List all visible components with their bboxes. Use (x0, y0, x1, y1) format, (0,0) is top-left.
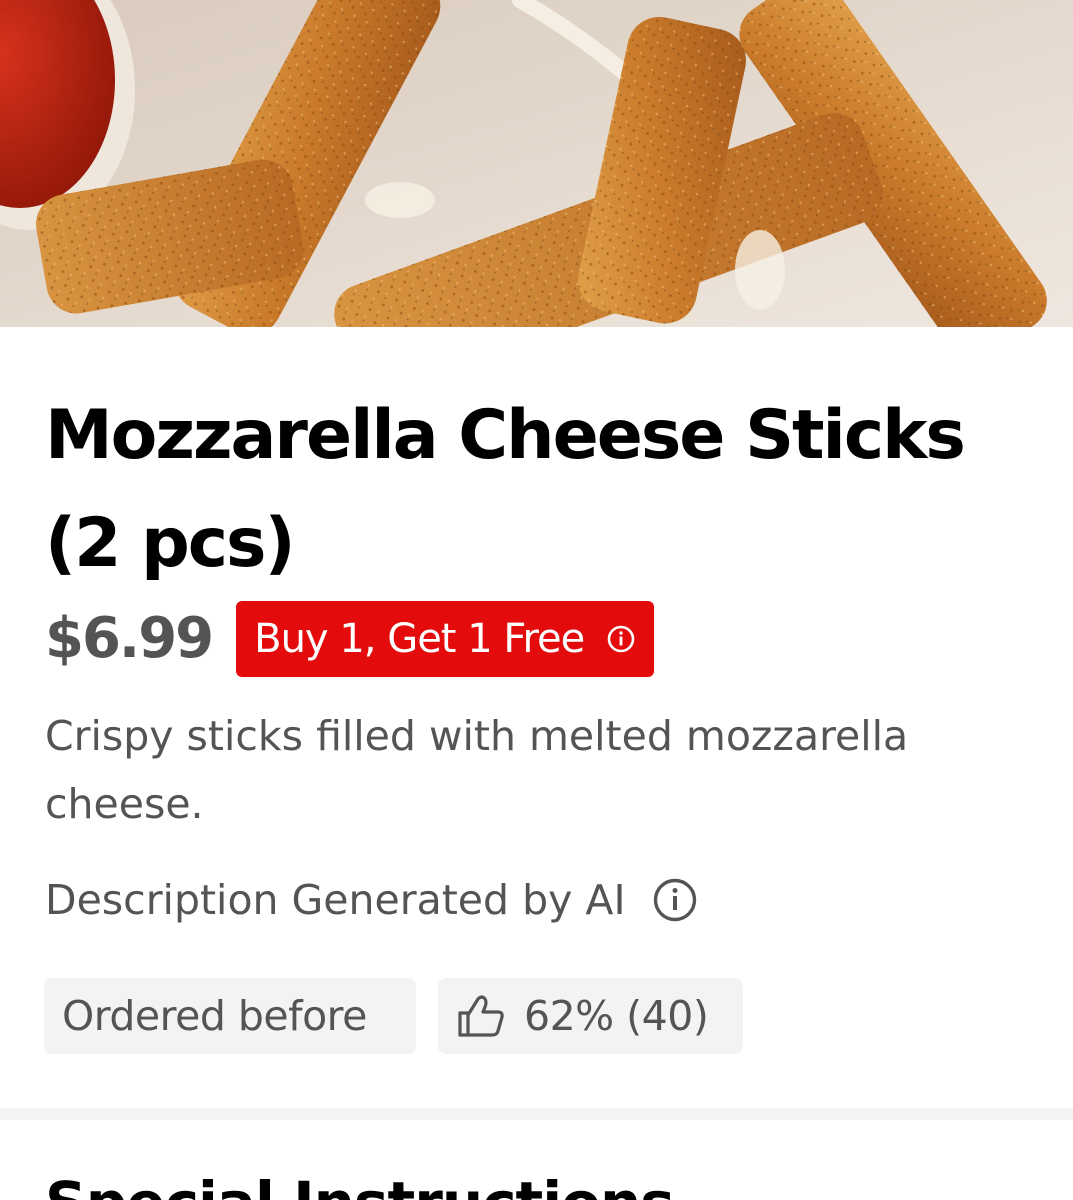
price-row: $6.99 Buy 1, Get 1 Free (45, 600, 655, 677)
special-instructions-heading: Special Instructions (45, 1168, 675, 1200)
ai-note-label: Description Generated by AI (45, 876, 626, 924)
ordered-before-chip: Ordered before (44, 978, 416, 1054)
item-description: Crispy sticks filled with melted mozzare… (45, 712, 909, 828)
ordered-before-label: Ordered before (62, 992, 367, 1040)
item-photo (0, 0, 1073, 327)
ai-description-note: Description Generated by AI (45, 868, 698, 932)
thumbs-up-icon (458, 995, 504, 1037)
promo-badge[interactable]: Buy 1, Get 1 Free (236, 600, 655, 677)
info-icon[interactable] (652, 877, 698, 923)
item-detail-page: Mozzarella Cheese Sticks (2 pcs) $6.99 B… (0, 0, 1073, 1200)
section-divider (0, 1108, 1073, 1120)
rating-chip: 62% (40) (438, 978, 743, 1054)
item-price: $6.99 (45, 606, 214, 671)
promo-label: Buy 1, Get 1 Free (254, 615, 585, 662)
item-title: Mozzarella Cheese Sticks (2 pcs) (45, 396, 966, 583)
info-icon[interactable] (606, 624, 636, 654)
rating-label: 62% (40) (524, 992, 709, 1040)
